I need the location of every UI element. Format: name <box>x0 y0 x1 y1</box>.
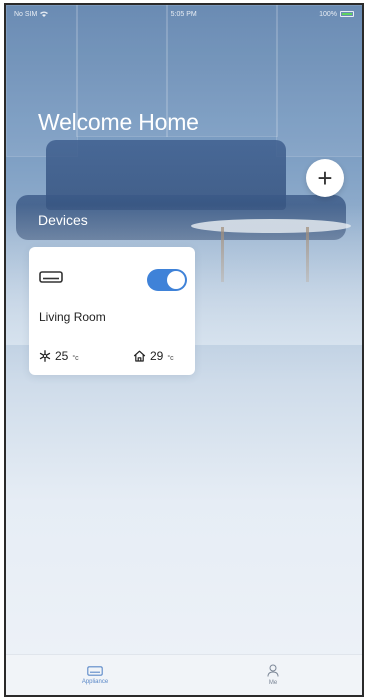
plus-icon: + <box>317 163 333 193</box>
snowflake-icon <box>39 350 51 362</box>
indoor-temperature-unit: °c <box>167 355 174 362</box>
devices-section-title: Devices <box>38 212 88 228</box>
set-temperature-unit: °c <box>72 355 79 362</box>
add-device-button[interactable]: + <box>306 159 344 197</box>
toggle-knob <box>167 271 185 289</box>
indoor-temperature: 29 °c <box>133 349 174 363</box>
set-temperature: 25 °c <box>39 349 79 363</box>
power-toggle[interactable] <box>147 269 187 291</box>
tab-appliance-label: Appliance <box>81 678 109 685</box>
home-icon <box>133 350 146 362</box>
tab-me[interactable]: Me <box>184 655 362 695</box>
tab-appliance[interactable]: Appliance <box>6 655 184 695</box>
clock-label: 5:05 PM <box>170 10 197 18</box>
air-conditioner-icon <box>39 271 63 283</box>
indoor-temperature-value: 29 <box>150 349 164 363</box>
page-title: Welcome Home <box>38 109 199 135</box>
status-bar: No SIM 5:05 PM 100% <box>6 5 362 23</box>
app-screen: No SIM 5:05 PM 100% Welcome Home + Devic… <box>4 3 364 697</box>
tab-me-label: Me <box>268 680 278 686</box>
carrier-label: No SIM <box>14 10 38 18</box>
battery-icon <box>339 11 354 17</box>
device-card[interactable]: Living Room 25 °c 29 °c <box>29 247 195 375</box>
room-name-label: Living Room <box>39 310 106 324</box>
appliance-icon <box>87 665 103 676</box>
set-temperature-value: 25 <box>55 349 69 363</box>
person-icon <box>267 664 279 677</box>
bottom-tab-bar: Appliance Me <box>6 654 362 695</box>
wifi-icon <box>40 11 49 17</box>
battery-percent-label: 100% <box>319 10 337 18</box>
